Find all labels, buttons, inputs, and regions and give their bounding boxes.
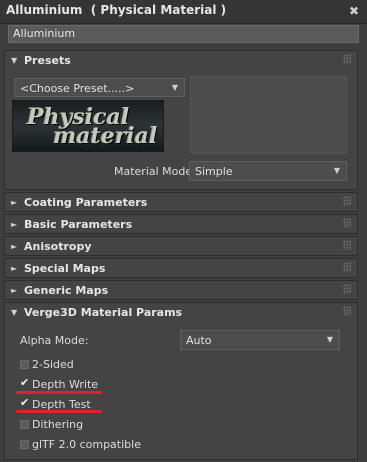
preset-dropdown-value: <Choose Preset.....> xyxy=(20,82,135,95)
alpha-mode-value: Auto xyxy=(186,334,212,347)
rollout-title: Coating Parameters xyxy=(24,196,148,209)
rollout-title: Basic Parameters xyxy=(24,218,133,231)
checkbox-box[interactable] xyxy=(20,420,29,429)
rollout-special-maps[interactable]: ► Special Maps xyxy=(4,258,358,278)
checkbox-box[interactable] xyxy=(20,360,29,369)
logo-text-2: material xyxy=(53,123,158,149)
triangle-right-icon: ► xyxy=(11,264,18,273)
checkmark-icon[interactable]: ✔ xyxy=(20,396,29,409)
rollout-coating-parameters[interactable]: ► Coating Parameters xyxy=(4,192,358,212)
checkbox-label: 2-Sided xyxy=(32,358,74,371)
grip-icon xyxy=(343,262,351,272)
rollout-presets-title: Presets xyxy=(24,54,71,67)
rollout-header: ► Coating Parameters xyxy=(5,193,357,213)
rollout-header: ► Special Maps xyxy=(5,259,357,279)
window-title-bar: Alluminium ( Physical Material ) ✖ xyxy=(0,0,367,24)
grip-icon xyxy=(343,284,351,294)
grip-icon xyxy=(343,54,351,64)
material-mode-value: Simple xyxy=(195,165,233,178)
rollout-anisotropy[interactable]: ► Anisotropy xyxy=(4,236,358,256)
rollout-basic-parameters[interactable]: ► Basic Parameters xyxy=(4,214,358,234)
material-mode-label: Material Mode: xyxy=(114,165,196,178)
grip-icon xyxy=(343,240,351,250)
triangle-right-icon: ► xyxy=(11,242,18,251)
close-icon[interactable]: ✖ xyxy=(347,4,361,18)
preset-preview-box xyxy=(190,76,347,154)
grip-icon xyxy=(343,196,351,206)
rollout-presets-header[interactable]: ▼ Presets xyxy=(5,51,357,71)
chevron-down-icon: ▼ xyxy=(326,335,333,344)
triangle-right-icon: ► xyxy=(11,198,18,207)
rollout-title: Special Maps xyxy=(24,262,106,275)
rollout-header: ► Basic Parameters xyxy=(5,215,357,235)
material-name-input[interactable]: Alluminium xyxy=(8,25,359,43)
grip-icon xyxy=(343,306,351,316)
checkbox-label: Dithering xyxy=(32,418,84,431)
triangle-right-icon: ► xyxy=(11,286,18,295)
rollout-title: Anisotropy xyxy=(24,240,92,253)
checkbox-label: Depth Write xyxy=(32,378,99,391)
rollout-generic-maps[interactable]: ► Generic Maps xyxy=(4,280,358,300)
grip-icon xyxy=(343,218,351,228)
window-title: Alluminium ( Physical Material ) xyxy=(6,3,227,17)
rollout-title: Generic Maps xyxy=(24,284,109,297)
rollout-verge3d-title: Verge3D Material Params xyxy=(24,306,183,319)
red-highlight-underline xyxy=(16,410,102,413)
chevron-down-icon: ▼ xyxy=(171,83,178,92)
preset-dropdown[interactable]: <Choose Preset.....> ▼ xyxy=(14,78,185,97)
rollout-verge3d-header[interactable]: ▼ Verge3D Material Params xyxy=(5,303,357,323)
red-highlight-underline xyxy=(16,391,102,394)
triangle-down-icon: ▼ xyxy=(11,56,18,65)
triangle-right-icon: ► xyxy=(11,220,18,229)
material-mode-dropdown[interactable]: Simple ▼ xyxy=(189,161,347,181)
physical-material-logo: Physical material xyxy=(12,100,164,152)
chevron-down-icon: ▼ xyxy=(333,166,340,175)
alpha-mode-label: Alpha Mode: xyxy=(20,334,89,347)
checkbox-label: glTF 2.0 compatible xyxy=(32,438,141,451)
checkmark-icon[interactable]: ✔ xyxy=(20,376,29,389)
rollout-header: ► Generic Maps xyxy=(5,281,357,301)
alpha-mode-dropdown[interactable]: Auto ▼ xyxy=(180,330,340,350)
rollout-header: ► Anisotropy xyxy=(5,237,357,257)
triangle-down-icon: ▼ xyxy=(11,308,18,317)
checkbox-box[interactable] xyxy=(20,440,29,449)
